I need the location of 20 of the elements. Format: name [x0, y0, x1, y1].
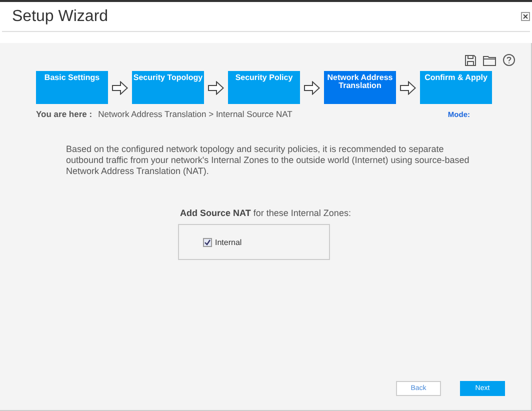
breadcrumb-path: Network Address Translation > Internal Source NAT	[98, 109, 292, 119]
folder-icon[interactable]	[483, 54, 496, 66]
zones-heading: Add Source NAT for these Internal Zones:	[179, 208, 352, 218]
wizard-step[interactable]: Security Policy	[228, 71, 300, 104]
close-icon[interactable]	[521, 12, 530, 21]
wizard-step[interactable]: Confirm & Apply	[420, 71, 492, 104]
wizard-step[interactable]: Network Address Translation	[324, 71, 396, 104]
save-icon[interactable]	[465, 54, 476, 66]
description-text: Based on the configured network topology and security policies, it is recommended to separate outbound traffic from your network's Internal Zones to the outside world (Internet) using source-based Network Address Translation (NAT).	[66, 144, 470, 177]
help-icon[interactable]	[503, 54, 515, 66]
wizard-step[interactable]: Security Topology	[132, 71, 204, 104]
arrow-icon	[112, 80, 128, 94]
checkbox-label: Internal	[215, 238, 242, 246]
window-title: Setup Wizard	[12, 8, 108, 26]
arrow-icon	[400, 80, 416, 94]
checkbox[interactable]	[203, 238, 212, 246]
breadcrumb-label: You are here :	[36, 109, 92, 119]
arrow-icon	[208, 80, 224, 94]
wizard-step[interactable]: Basic Settings	[36, 71, 108, 104]
arrow-icon	[304, 80, 320, 94]
